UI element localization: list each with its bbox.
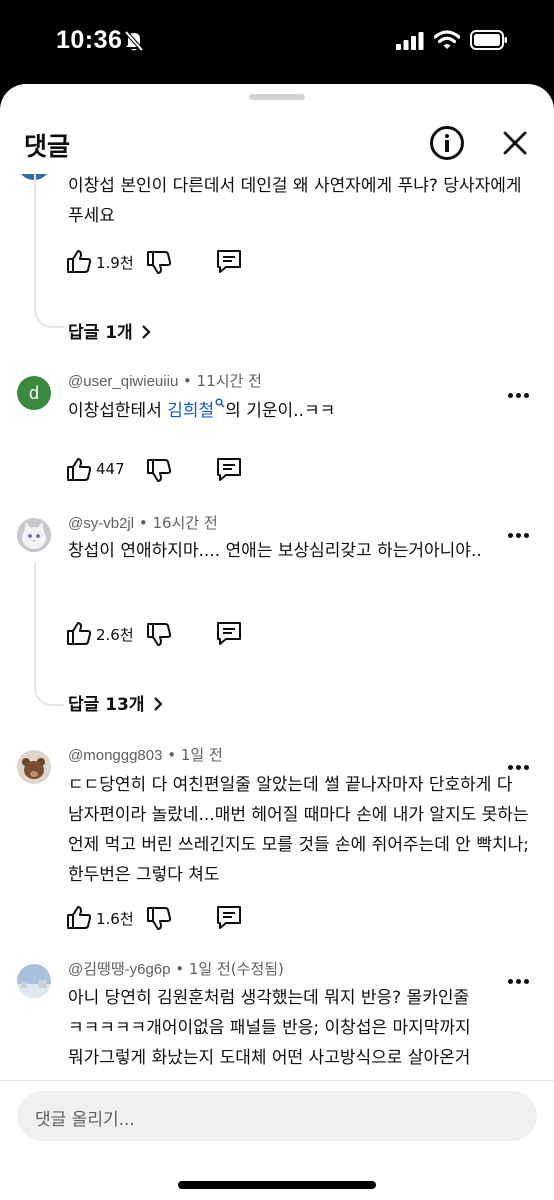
comment-time: 16시간 전 [152,514,218,532]
thumbs-up-icon[interactable] [66,904,92,930]
thumbs-down-icon[interactable] [146,458,172,484]
status-time: 10:36 [56,26,123,54]
comment-input[interactable]: 댓글 올리기... [17,1091,537,1141]
search-icon [215,398,225,408]
comment-time: 11시간 전 [196,372,262,390]
reply-icon[interactable] [216,456,242,482]
comment-meta: @user_qiwieuiiu • 11시간 전 [68,372,262,390]
like-count: 447 [96,460,125,478]
comment-author[interactable]: @user_qiwieuiiu [68,373,178,390]
cat-avatar-icon [17,518,51,552]
info-icon[interactable] [430,126,464,160]
view-replies-button[interactable]: 답글 13개 [68,690,163,715]
search-link[interactable]: 김희철 [167,398,225,421]
comment-body: 이창섭 본인이 다른데서 데인걸 왜 사연자에게 푸냐? 당사자에게 푸세요 [68,176,522,226]
avatar[interactable]: d [17,376,51,410]
comment-meta: @김땡땡-y6g6p • 1일 전(수정됨) [68,960,284,978]
comment-time: 1일 전(수정됨) [188,960,284,978]
reply-icon[interactable] [216,620,242,646]
avatar[interactable] [17,964,51,998]
reply-icon[interactable] [216,248,242,274]
thumbs-down-icon[interactable] [146,250,172,276]
bell-off-icon [124,30,144,52]
sheet-header: 댓글 [0,114,554,174]
comment-author[interactable]: @김땡땡-y6g6p [68,961,171,978]
bear-avatar-icon [17,750,51,784]
thumbs-up-icon[interactable] [66,620,92,646]
status-bar: 10:36 [0,0,554,84]
comment-time: 1일 전 [180,746,223,764]
comments-sheet: 댓글 이창섭 본인이 다른데서 데인걸 왜 사연자에게 푸냐? 당사자에게 푸세… [0,84,554,1200]
comment-body: 창섭이 연애하지마.... 연애는 보상심리갖고 하는거아니야.. [68,541,482,561]
like-count: 1.9천 [96,254,134,272]
thread-line [34,174,36,304]
comment-input-placeholder: 댓글 올리기... [35,1110,135,1130]
avatar[interactable] [17,750,51,784]
close-icon[interactable] [500,128,530,158]
thumbs-up-icon[interactable] [66,456,92,482]
replies-label: 답글 13개 [68,695,145,715]
comment-author[interactable]: @sy-vb2jl [68,515,134,532]
comment-meta: @sy-vb2jl • 16시간 전 [68,514,218,532]
view-replies-button[interactable]: 답글 1개 [68,318,151,343]
comments-feed[interactable]: 이창섭 본인이 다른데서 데인걸 왜 사연자에게 푸냐? 당사자에게 푸세요 1… [0,174,554,1080]
thumbs-down-icon[interactable] [146,622,172,648]
sky-avatar-icon [17,964,51,998]
comment-body: 아니 당연히 김원훈처럼 생각했는데 뭐지 반응? 몰카인줄 ㅋㅋㅋㅋㅋ개어이없… [68,988,471,1068]
sheet-grabber[interactable] [249,94,305,100]
replies-label: 답글 1개 [68,323,133,343]
sheet-title: 댓글 [24,132,71,161]
comment-author[interactable]: @monggg803 [68,747,162,764]
comment-meta: @monggg803 • 1일 전 [68,746,223,764]
chevron-right-icon [153,697,163,711]
thread-curve [34,680,64,706]
thumbs-down-icon[interactable] [146,906,172,932]
chevron-right-icon [141,325,151,339]
thread-curve [34,302,64,328]
reply-icon[interactable] [216,904,242,930]
like-count: 1.6천 [96,910,134,928]
thread-line [34,562,36,682]
battery-icon [470,30,507,50]
avatar[interactable] [17,518,51,552]
comment-body: ㄷㄷ당연히 다 여친편일줄 알았는데 썰 끝나자마자 단호하게 다 남자편이라 … [68,775,530,885]
wifi-icon [434,30,460,49]
like-count: 2.6천 [96,626,134,644]
comment-body: 이창섭한테서 김희철 의 기운이..ㅋㅋ [68,396,538,426]
home-indicator[interactable] [178,1181,376,1189]
signal-icon [396,32,424,50]
thumbs-up-icon[interactable] [66,248,92,274]
